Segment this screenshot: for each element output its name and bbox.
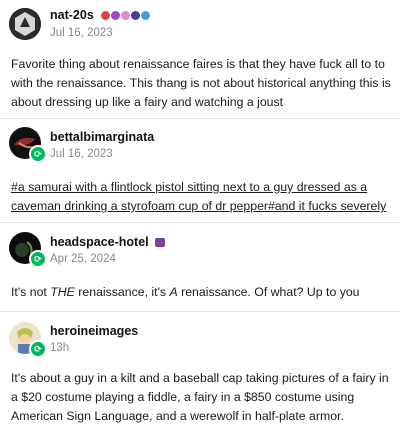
post-date: Jul 16, 2023 [50,148,113,160]
post-date: Apr 25, 2024 [50,253,116,265]
post-date: Jul 16, 2023 [50,27,113,39]
tag-line[interactable]: #a samurai with a flintlock pistol sitti… [11,178,391,197]
divider [0,311,400,312]
divider [0,118,400,119]
username[interactable]: heroineimages [50,324,138,338]
username[interactable]: nat-20s [50,8,151,22]
post-body: It's not THE renaissance, it's A renaiss… [11,285,360,299]
tag-line[interactable]: caveman drinking a styrofoam cup of dr p… [11,197,391,216]
post-body: Favorite thing about renaissance faires … [11,57,391,109]
post-date: 13h [50,342,70,354]
badge-icon [111,11,121,21]
badge-icon [141,11,151,21]
badge-icon [131,11,141,21]
hotel-icon [155,238,166,248]
post-tags[interactable]: #a samurai with a flintlock pistol sitti… [11,178,391,216]
divider [0,222,400,223]
post-body: It's about a guy in a kilt and a basebal… [11,371,389,423]
reblog-icon: ⟳ [29,250,47,268]
badge-icon [101,11,111,21]
badge-icon [121,11,131,21]
reblog-icon: ⟳ [29,340,47,358]
username[interactable]: headspace-hotel [50,235,166,249]
username[interactable]: bettalbimarginata [50,130,154,144]
badge-icons [100,8,151,22]
reblog-icon: ⟳ [29,145,47,163]
avatar-nat-20s[interactable] [9,8,41,40]
